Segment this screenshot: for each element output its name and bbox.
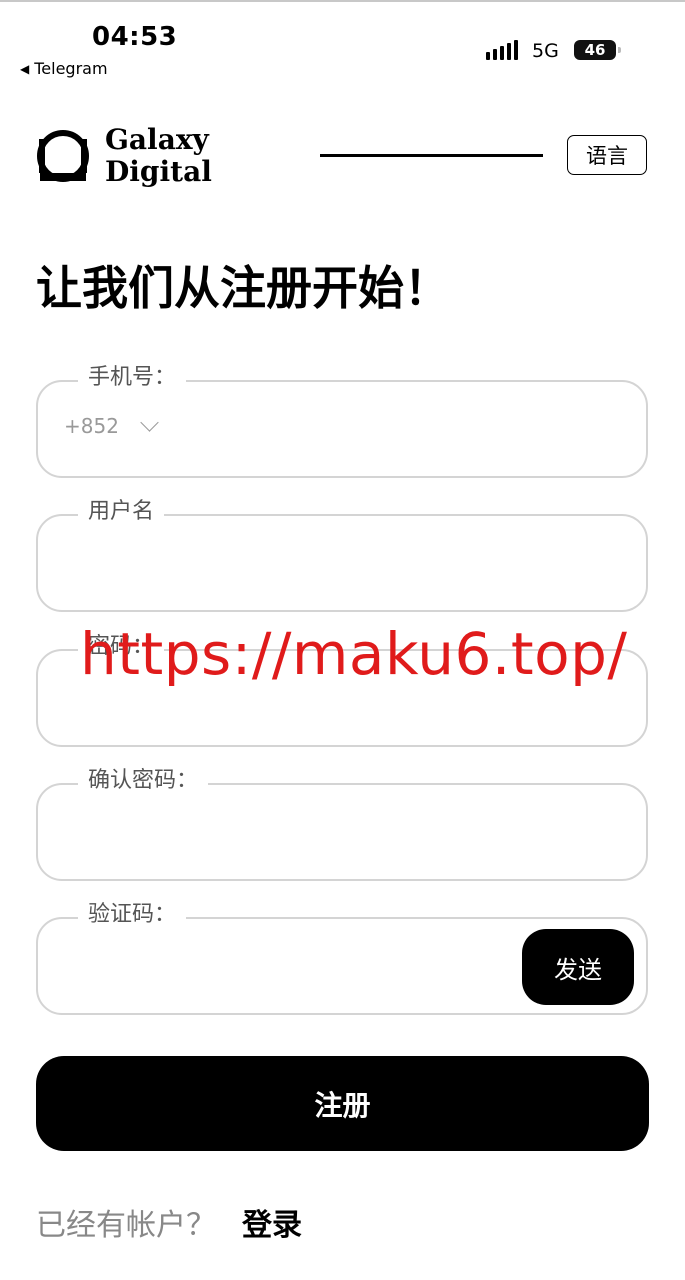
confirm-password-label: 确认密码： xyxy=(78,765,209,797)
watermark-url: https://maku6.top/ xyxy=(80,620,628,688)
register-button[interactable]: 注册 xyxy=(36,1056,649,1151)
language-button[interactable]: 语言 xyxy=(567,135,647,175)
username-input[interactable] xyxy=(62,540,536,588)
back-app-label: Telegram xyxy=(34,59,108,78)
brand-line-2: Digital xyxy=(105,155,212,188)
confirm-password-field: 确认密码： xyxy=(36,765,648,881)
galaxy-logo-icon xyxy=(37,130,89,182)
verification-code-field: 验证码： 发送 xyxy=(36,899,648,1015)
send-code-button[interactable]: 发送 xyxy=(522,929,634,1005)
brand-name: Galaxy Digital xyxy=(105,124,212,188)
back-triangle-icon: ◀ xyxy=(20,61,30,76)
login-link[interactable]: 登录 xyxy=(242,1200,302,1244)
login-prompt: 已经有帐户？ 登录 xyxy=(36,1200,302,1244)
status-time: 04:53 xyxy=(92,22,178,52)
battery-indicator: 46 xyxy=(574,40,621,60)
confirm-password-input[interactable] xyxy=(62,809,536,857)
phone-label: 手机号： xyxy=(78,362,187,394)
country-code-select[interactable]: +852 xyxy=(64,412,159,438)
verification-code-input[interactable] xyxy=(62,943,506,991)
country-code-value: +852 xyxy=(64,414,119,438)
username-field: 用户名 xyxy=(36,496,648,612)
cellular-signal-icon xyxy=(486,40,518,60)
top-divider xyxy=(0,0,685,2)
header-divider xyxy=(320,154,543,157)
page-title: 让我们从注册开始！ xyxy=(36,261,450,315)
chevron-down-icon xyxy=(140,412,159,432)
phone-field: 手机号： +852 xyxy=(36,362,648,478)
have-account-text: 已经有帐户？ xyxy=(36,1208,216,1243)
username-label: 用户名 xyxy=(78,496,165,528)
verification-code-label: 验证码： xyxy=(78,899,187,931)
brand-line-1: Galaxy xyxy=(105,123,209,156)
phone-input[interactable] xyxy=(198,406,622,454)
network-type: 5G xyxy=(532,40,559,62)
back-to-app[interactable]: ◀ Telegram xyxy=(20,59,108,78)
